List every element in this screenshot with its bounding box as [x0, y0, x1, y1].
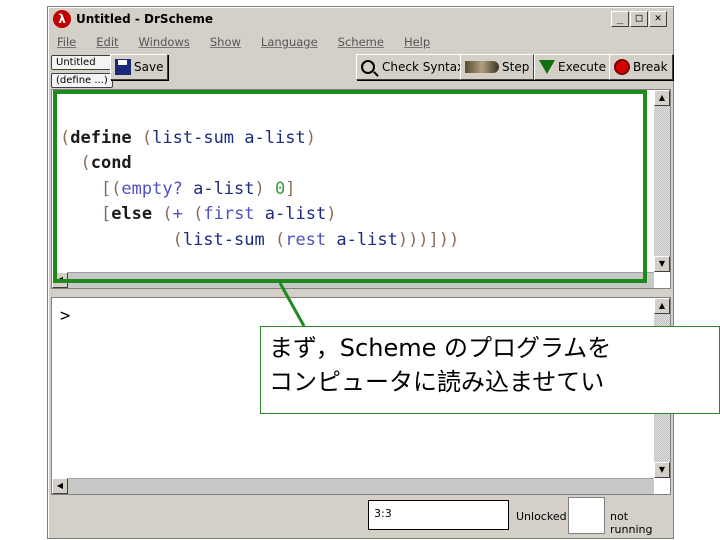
code-line: (cond	[60, 153, 132, 173]
interactions-horizontal-scrollbar[interactable]: ◀	[52, 478, 654, 494]
annotation-line-1: まず，Scheme のプログラムを	[269, 334, 612, 362]
scroll-down-arrow-icon[interactable]: ▼	[654, 256, 670, 272]
lock-status[interactable]: Unlocked	[516, 510, 567, 523]
save-label: Save	[134, 60, 164, 74]
code-line: [(empty? a-list) 0]	[60, 178, 296, 199]
green-down-arrow-icon	[539, 60, 555, 74]
execute-button[interactable]: Execute	[534, 54, 611, 80]
step-label: Step	[502, 60, 530, 74]
floppy-disk-icon	[115, 59, 131, 75]
code-line: [else (+ (first a-list)	[60, 204, 337, 224]
magnifier-icon	[361, 60, 375, 74]
running-status: not running	[610, 510, 653, 536]
define-menu-button[interactable]: (define ...)	[51, 73, 113, 88]
code-line: (define (list-sum a-list)	[60, 127, 316, 148]
definitions-vertical-scrollbar[interactable]: ▲ ▼	[654, 90, 670, 272]
menu-language[interactable]: Language	[261, 35, 318, 49]
scroll-left-arrow-icon[interactable]: ◀	[52, 478, 68, 494]
repl-prompt: >	[60, 306, 71, 326]
execute-label: Execute	[558, 60, 606, 74]
step-button[interactable]: Step	[460, 54, 535, 80]
menu-file[interactable]: File	[57, 35, 76, 49]
scroll-up-arrow-icon[interactable]: ▲	[654, 90, 670, 106]
stop-sign-icon	[614, 59, 630, 75]
save-button[interactable]: Save	[110, 54, 169, 80]
definitions-horizontal-scrollbar[interactable]: ◀	[52, 272, 654, 288]
check-syntax-label: Check Syntax	[382, 60, 465, 74]
menu-windows[interactable]: Windows	[139, 35, 190, 49]
footstep-icon	[465, 61, 499, 73]
close-button[interactable]: ✕	[649, 11, 667, 27]
cursor-position: 3:3	[368, 500, 509, 530]
check-syntax-button[interactable]: Check Syntax	[356, 54, 470, 80]
code-line: (list-sum (rest a-list)))]))	[60, 229, 460, 250]
maximize-button[interactable]: □	[630, 11, 648, 27]
file-name-button[interactable]: Untitled	[51, 55, 113, 70]
menu-help[interactable]: Help	[404, 35, 430, 49]
gc-indicator	[568, 497, 605, 534]
scroll-down-arrow-icon[interactable]: ▼	[654, 462, 670, 478]
menu-show[interactable]: Show	[210, 35, 241, 49]
title-bar: λ Untitled - DrScheme _ □ ✕	[50, 9, 671, 29]
annotation-callout: まず，Scheme のプログラムを コンピュータに読み込ませてい	[260, 326, 720, 414]
menu-scheme[interactable]: Scheme	[338, 35, 384, 49]
definitions-window[interactable]: (define (list-sum a-list) (cond [(empty?…	[51, 89, 671, 289]
break-button[interactable]: Break	[609, 54, 673, 80]
drscheme-window: λ Untitled - DrScheme _ □ ✕ File Edit Wi…	[47, 6, 674, 539]
menu-edit[interactable]: Edit	[96, 35, 118, 49]
scroll-left-arrow-icon[interactable]: ◀	[52, 272, 68, 288]
break-label: Break	[633, 60, 668, 74]
file-tabs: Untitled (define ...)	[51, 55, 113, 91]
window-title: Untitled - DrScheme	[76, 12, 214, 26]
annotation-line-2: コンピュータに読み込ませてい	[269, 368, 605, 396]
lambda-app-icon: λ	[53, 10, 71, 28]
menu-bar: File Edit Windows Show Language Scheme H…	[52, 31, 445, 53]
scroll-up-arrow-icon[interactable]: ▲	[654, 298, 670, 314]
minimize-button[interactable]: _	[611, 11, 629, 27]
code-editor[interactable]: (define (list-sum a-list) (cond [(empty?…	[60, 100, 459, 279]
status-bar: 3:3 Unlocked not running	[51, 497, 671, 537]
